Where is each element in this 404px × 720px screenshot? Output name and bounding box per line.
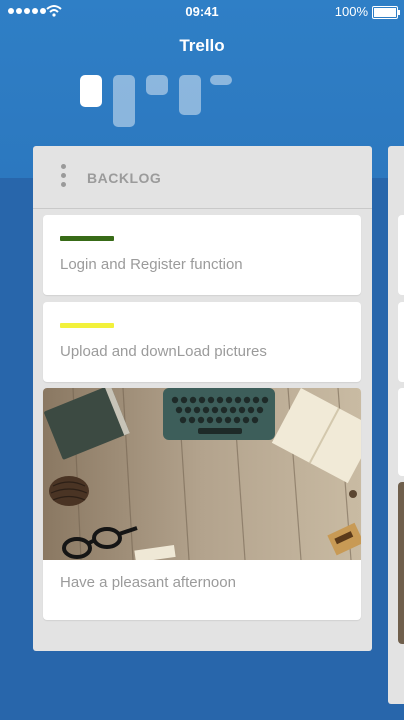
app-title: Trello [179, 36, 225, 55]
battery-icon [372, 6, 400, 19]
drag-handle-icon[interactable] [61, 164, 67, 191]
next-list-card[interactable] [398, 302, 404, 382]
card-upload-download[interactable]: Upload and downLoad pictures [43, 302, 361, 382]
card-label-yellow [60, 323, 114, 328]
next-list-card[interactable] [398, 388, 404, 476]
status-bar: 09:41 100% [0, 0, 404, 24]
card-title: Have a pleasant afternoon [60, 574, 236, 591]
card-title: Login and Register function [60, 256, 243, 273]
battery-percent: 100% [334, 4, 368, 19]
list-backlog: BACKLOG Login and Register function Uplo… [33, 146, 372, 651]
trello-logo-icon [80, 73, 240, 133]
card-title: Upload and downLoad pictures [60, 343, 267, 360]
next-list-card-cover[interactable] [398, 482, 404, 644]
card-cover-image [43, 388, 361, 560]
list-header[interactable]: BACKLOG [33, 146, 372, 209]
list-title: BACKLOG [87, 170, 162, 186]
card-label-green [60, 236, 114, 241]
list-next-peek[interactable] [388, 146, 404, 704]
next-list-card[interactable] [398, 215, 404, 295]
card-login-register[interactable]: Login and Register function [43, 215, 361, 295]
card-pleasant-afternoon[interactable]: Have a pleasant afternoon [43, 388, 361, 620]
